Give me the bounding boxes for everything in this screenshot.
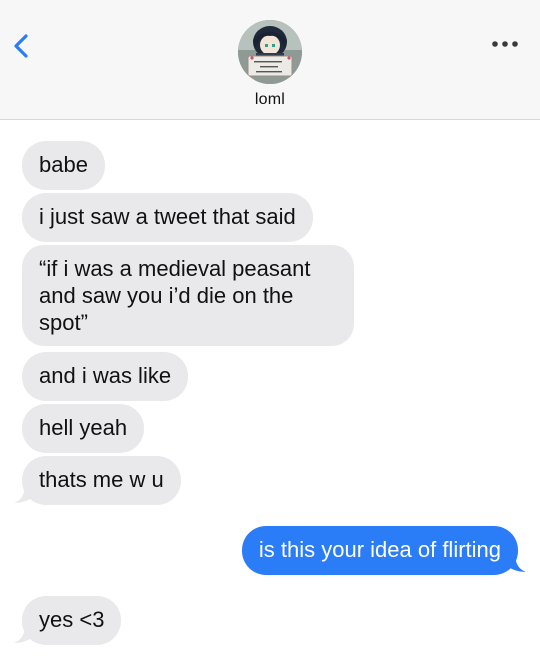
message-bubble-received: babe [22,141,105,190]
message-bubble-sent: is this your idea of flirting [241,526,518,575]
bubble-tail-sent [506,551,526,572]
conversation-header: loml [0,0,540,120]
back-chevron-icon[interactable] [6,28,40,64]
message-bubble-received: thats me w u [22,456,181,505]
message-bubble-received: and i was like [22,352,189,401]
message-bubble-received: i just saw a tweet that said [22,193,313,242]
contact-avatar[interactable] [238,20,302,84]
more-options-icon[interactable] [489,36,521,52]
message-bubble-received: hell yeah [22,404,145,453]
avatar-image [238,20,302,84]
message-bubble-received: “if i was a medieval peasant and saw you… [22,245,354,346]
bubble-tail-received [14,482,34,503]
contact-name[interactable]: loml [0,91,540,109]
bubble-tail-received [14,622,34,643]
